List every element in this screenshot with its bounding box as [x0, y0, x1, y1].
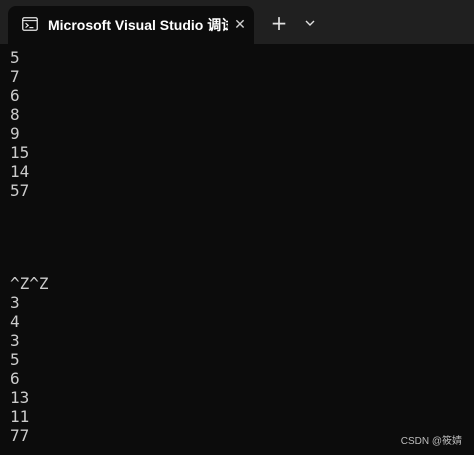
- output-line: 57: [10, 181, 30, 200]
- output-line: 6: [10, 369, 20, 388]
- chevron-down-icon[interactable]: [300, 13, 320, 33]
- output-line: 5: [10, 48, 20, 67]
- close-icon[interactable]: ✕: [230, 15, 250, 35]
- output-line: 7: [10, 67, 20, 86]
- watermark: CSDN @筱婧: [400, 436, 462, 447]
- console-output[interactable]: 5 7 6 8 9 15 14 57 ^Z^Z 3 4 3 5 6 13 11 …: [0, 44, 474, 455]
- output-line: ^Z^Z: [10, 274, 49, 293]
- output-line: 8: [10, 105, 20, 124]
- output-line: 77: [10, 426, 30, 445]
- output-line: 3: [10, 293, 20, 312]
- output-line: 3: [10, 331, 20, 350]
- output-line: 11: [10, 407, 30, 426]
- new-tab-button[interactable]: +: [268, 12, 290, 34]
- output-line: 14: [10, 162, 30, 181]
- output-line: 13: [10, 388, 30, 407]
- tab-debug-console[interactable]: Microsoft Visual Studio 调试控 ✕: [8, 6, 254, 44]
- output-line: 9: [10, 124, 20, 143]
- output-line: 6: [10, 86, 20, 105]
- terminal-icon: [22, 17, 38, 31]
- title-bar: Microsoft Visual Studio 调试控 ✕ +: [0, 0, 474, 44]
- terminal-window: Microsoft Visual Studio 调试控 ✕ + 5 7 6 8 …: [0, 0, 474, 455]
- tab-title: Microsoft Visual Studio 调试控: [48, 17, 228, 33]
- output-line: 5: [10, 350, 20, 369]
- output-line: 15: [10, 143, 30, 162]
- output-line: 4: [10, 312, 20, 331]
